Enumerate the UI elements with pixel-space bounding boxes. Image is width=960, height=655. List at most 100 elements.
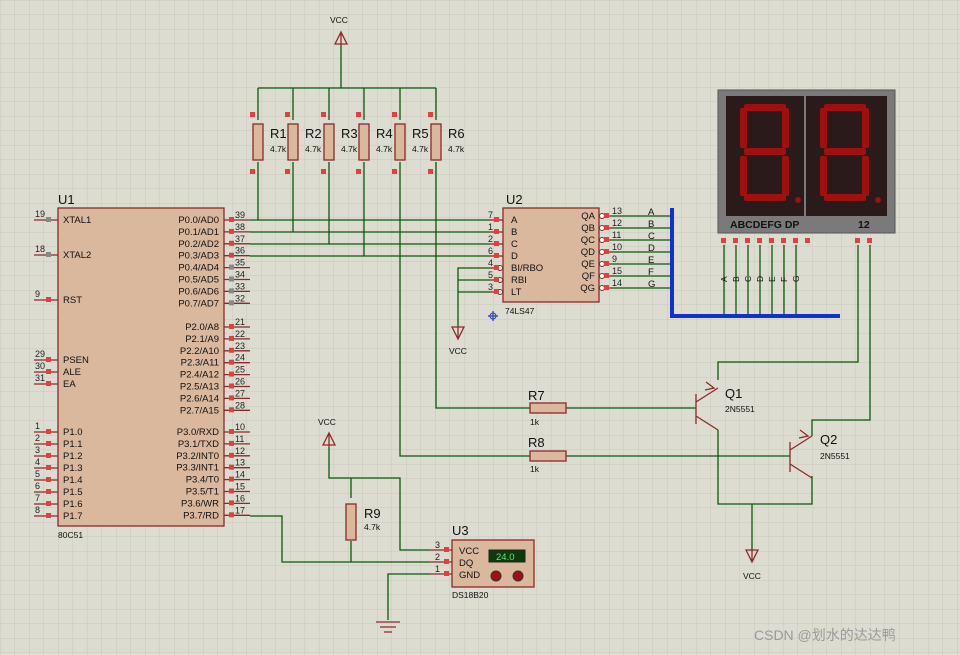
u1-microcontroller: U1 80C51 19XTAL118XTAL29RST29PSEN30ALE31… xyxy=(34,192,250,540)
svg-text:P0.3/AD3: P0.3/AD3 xyxy=(178,251,219,262)
svg-text:R8: R8 xyxy=(528,435,545,450)
svg-text:P0.1/AD1: P0.1/AD1 xyxy=(178,227,219,238)
svg-text:VCC: VCC xyxy=(318,417,336,427)
svg-text:34: 34 xyxy=(235,270,245,280)
display-common-pin xyxy=(805,238,810,243)
svg-text:VCC: VCC xyxy=(743,571,761,581)
svg-text:27: 27 xyxy=(235,388,245,398)
svg-text:P3.2/INT0: P3.2/INT0 xyxy=(176,451,219,462)
svg-text:36: 36 xyxy=(235,246,245,256)
svg-text:1: 1 xyxy=(35,421,40,431)
svg-text:P0.6/AD6: P0.6/AD6 xyxy=(178,286,219,297)
svg-text:P3.0/RXD: P3.0/RXD xyxy=(177,427,219,438)
svg-text:30: 30 xyxy=(35,361,45,371)
u1-ref: U1 xyxy=(58,192,75,207)
u2-ref: U2 xyxy=(506,192,523,207)
display-common-pin xyxy=(867,238,872,243)
svg-text:15: 15 xyxy=(612,266,622,276)
svg-text:2: 2 xyxy=(435,552,440,562)
svg-text:24: 24 xyxy=(235,353,245,363)
svg-text:12: 12 xyxy=(235,446,245,456)
svg-text:R4: R4 xyxy=(376,126,393,141)
u3-decrease-button[interactable] xyxy=(490,570,502,582)
u3-readout: 24.0 xyxy=(496,552,515,563)
svg-text:G: G xyxy=(648,279,655,290)
svg-text:23: 23 xyxy=(235,341,245,351)
svg-text:VCC: VCC xyxy=(449,346,467,356)
svg-text:P2.5/A13: P2.5/A13 xyxy=(180,382,219,393)
svg-text:XTAL1: XTAL1 xyxy=(63,215,91,226)
svg-text:RBI: RBI xyxy=(511,275,527,286)
svg-text:E: E xyxy=(767,276,777,282)
u3-ref: U3 xyxy=(452,523,469,538)
svg-text:39: 39 xyxy=(235,210,245,220)
svg-text:15: 15 xyxy=(235,482,245,492)
svg-text:QE: QE xyxy=(581,259,595,270)
svg-text:P2.4/A12: P2.4/A12 xyxy=(180,370,219,381)
svg-text:P2.6/A14: P2.6/A14 xyxy=(180,393,219,404)
svg-text:F: F xyxy=(779,277,789,282)
svg-text:P1.2: P1.2 xyxy=(63,451,83,462)
svg-text:P0.5/AD5: P0.5/AD5 xyxy=(178,275,219,286)
svg-text:5: 5 xyxy=(488,270,493,280)
svg-text:4.7k: 4.7k xyxy=(305,144,322,154)
svg-text:P3.7/RD: P3.7/RD xyxy=(183,510,219,521)
svg-text:38: 38 xyxy=(235,222,245,232)
svg-text:26: 26 xyxy=(235,377,245,387)
svg-text:1: 1 xyxy=(435,564,440,574)
svg-text:B: B xyxy=(648,219,654,230)
svg-text:P3.1/TXD: P3.1/TXD xyxy=(178,439,219,450)
svg-text:P1.6: P1.6 xyxy=(63,499,83,510)
svg-text:B: B xyxy=(511,227,517,238)
svg-text:P0.7/AD7: P0.7/AD7 xyxy=(178,298,219,309)
svg-text:12: 12 xyxy=(612,218,622,228)
svg-text:P1.3: P1.3 xyxy=(63,463,83,474)
display-common-pin xyxy=(855,238,860,243)
svg-text:P2.3/A11: P2.3/A11 xyxy=(181,358,219,369)
svg-text:14: 14 xyxy=(235,470,245,480)
svg-text:2N5551: 2N5551 xyxy=(820,451,850,461)
u3-increase-button[interactable] xyxy=(512,570,524,582)
svg-text:R3: R3 xyxy=(341,126,358,141)
svg-text:R9: R9 xyxy=(364,506,381,521)
svg-text:P3.5/T1: P3.5/T1 xyxy=(186,487,219,498)
svg-text:BI/RBO: BI/RBO xyxy=(511,263,543,274)
svg-text:9: 9 xyxy=(35,289,40,299)
svg-text:4.7k: 4.7k xyxy=(412,144,429,154)
svg-text:P3.6/WR: P3.6/WR xyxy=(181,498,219,509)
svg-text:P2.0/A8: P2.0/A8 xyxy=(185,322,219,333)
svg-text:2: 2 xyxy=(488,234,493,244)
svg-text:P1.0: P1.0 xyxy=(63,427,83,438)
svg-text:29: 29 xyxy=(35,349,45,359)
schematic-canvas: VCC VCC VCC VCC U1 80C51 19 XTAL1 18 XTAL2 9… xyxy=(0,0,960,655)
svg-text:P0.2/AD2: P0.2/AD2 xyxy=(178,239,219,250)
svg-text:1k: 1k xyxy=(530,464,540,474)
svg-text:3: 3 xyxy=(35,445,40,455)
svg-text:D: D xyxy=(511,251,518,262)
svg-text:13: 13 xyxy=(612,206,622,216)
svg-text:P3.3/INT1: P3.3/INT1 xyxy=(176,463,219,474)
svg-text:DQ: DQ xyxy=(459,558,473,569)
svg-text:19: 19 xyxy=(35,209,45,219)
svg-text:5: 5 xyxy=(35,469,40,479)
svg-text:16: 16 xyxy=(235,493,245,503)
svg-text:11: 11 xyxy=(612,230,621,240)
svg-text:4.7k: 4.7k xyxy=(376,144,393,154)
svg-text:A: A xyxy=(511,215,518,226)
svg-text:10: 10 xyxy=(612,242,622,252)
svg-text:6: 6 xyxy=(488,246,493,256)
svg-text:R6: R6 xyxy=(448,126,465,141)
svg-text:R5: R5 xyxy=(412,126,429,141)
svg-text:D: D xyxy=(755,276,765,282)
svg-text:4.7k: 4.7k xyxy=(270,144,287,154)
svg-text:6: 6 xyxy=(35,481,40,491)
svg-text:35: 35 xyxy=(235,258,245,268)
svg-text:A: A xyxy=(648,207,655,218)
svg-text:1: 1 xyxy=(488,222,493,232)
svg-text:P2.2/A10: P2.2/A10 xyxy=(180,346,219,357)
svg-text:QB: QB xyxy=(581,223,595,234)
svg-text:28: 28 xyxy=(235,400,245,410)
svg-text:C: C xyxy=(648,231,655,242)
svg-text:4: 4 xyxy=(488,258,493,268)
svg-text:GND: GND xyxy=(459,570,480,581)
